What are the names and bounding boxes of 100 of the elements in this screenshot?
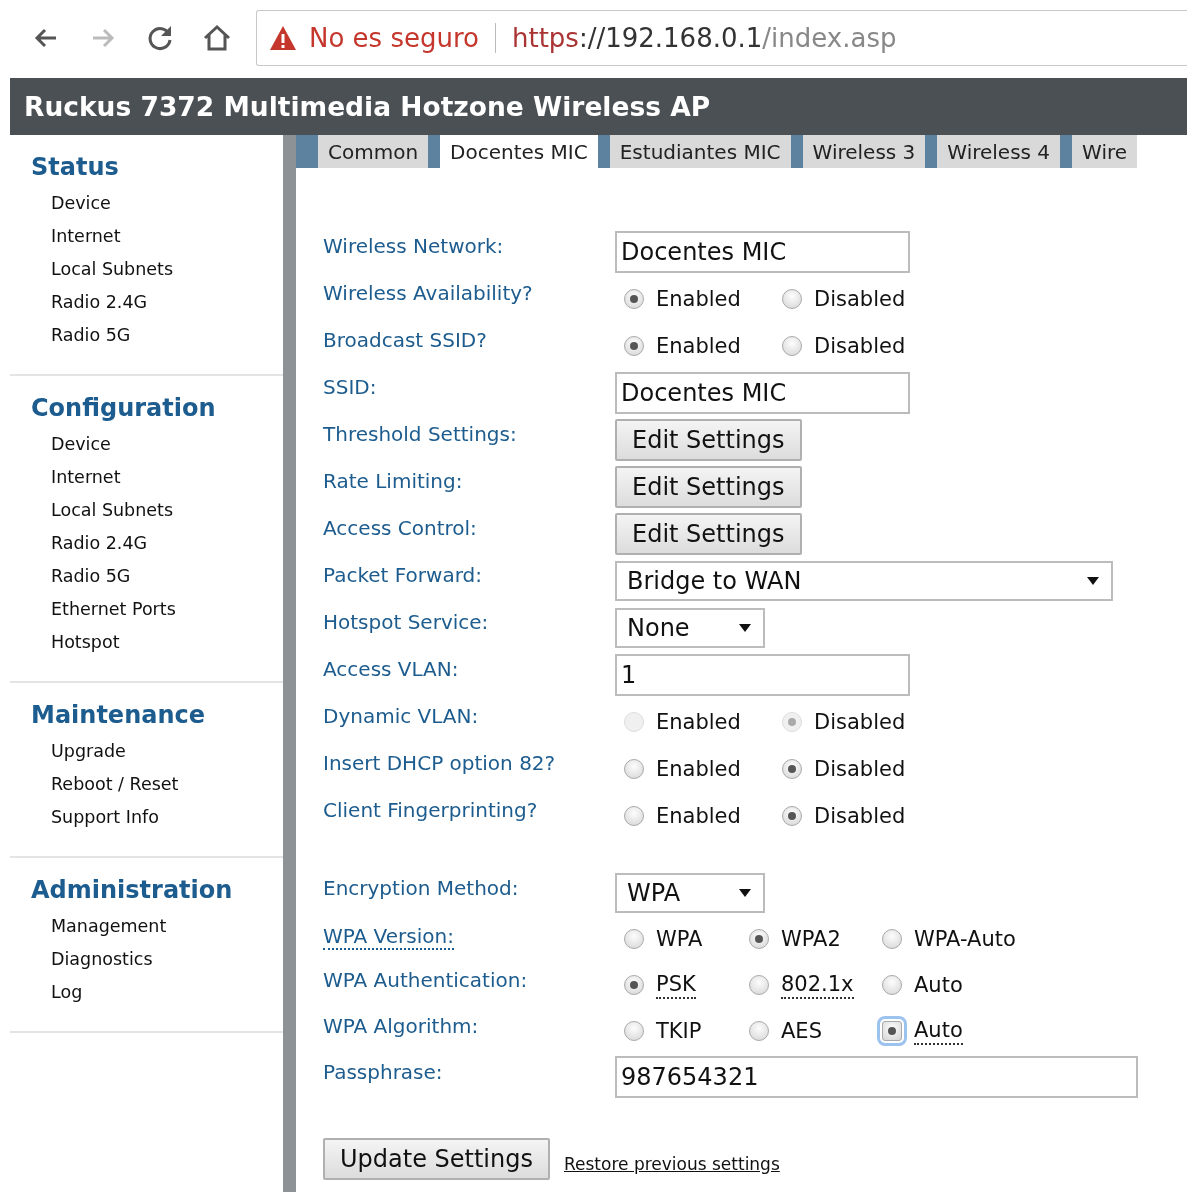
nav-link[interactable]: Hotspot [51, 626, 120, 659]
radio-button[interactable] [624, 975, 644, 995]
field-label: Insert DHCP option 82? [323, 750, 556, 775]
nav-link[interactable]: Internet [51, 220, 121, 253]
field-label: Rate Limiting: [323, 468, 463, 493]
text-field[interactable]: 1 [615, 653, 910, 696]
radio-button[interactable] [782, 805, 802, 826]
restore-link[interactable]: Restore previous settings [564, 1154, 780, 1180]
radio-button[interactable] [624, 758, 644, 779]
field-label: Broadcast SSID? [323, 327, 487, 352]
nav-link[interactable]: Upgrade [51, 735, 126, 768]
radio-button[interactable] [782, 758, 802, 779]
radio-button[interactable] [624, 929, 644, 949]
radio-button[interactable] [624, 335, 644, 356]
field-label: Access Control: [323, 515, 477, 540]
text-field[interactable]: 987654321 [615, 1056, 1138, 1098]
address-bar[interactable]: No es seguro https://192.168.0.1/index.asp [256, 10, 1187, 66]
radio-button[interactable] [749, 1021, 769, 1041]
radio-label: Disabled [814, 709, 906, 734]
nav-link[interactable]: Radio 2.4G [51, 527, 148, 560]
nav-link[interactable]: Device [51, 187, 111, 220]
tab[interactable]: Wire [1060, 135, 1138, 168]
radio-label: Enabled [656, 333, 741, 358]
nav-link[interactable]: Management [51, 910, 167, 943]
radio-label: PSK [656, 971, 696, 999]
radio-label: Enabled [656, 756, 741, 781]
dropdown[interactable]: Bridge to WAN [615, 560, 1113, 601]
nav-link[interactable]: Support Info [51, 801, 159, 834]
field-label: SSID: [323, 374, 377, 399]
field-label: Hotspot Service: [323, 609, 489, 634]
edit-settings-button[interactable]: Edit Settings [615, 512, 802, 555]
field-label: WPA Authentication: [323, 967, 528, 992]
nav-link[interactable]: Radio 2.4G [51, 286, 148, 319]
field-label: Threshold Settings: [323, 421, 517, 446]
radio-button[interactable] [749, 975, 769, 995]
tab[interactable]: Estudiantes MIC [597, 135, 791, 168]
radio-button[interactable] [782, 288, 802, 309]
tab[interactable]: Wireless 4 [925, 135, 1061, 168]
radio-label: Auto [914, 973, 963, 997]
text-field[interactable]: Docentes MIC [615, 230, 910, 273]
radio-label: AES [781, 1019, 822, 1043]
radio-button[interactable] [624, 288, 644, 309]
caret-icon [739, 888, 751, 898]
nav-link[interactable]: Ethernet Ports [51, 593, 176, 626]
radio-button[interactable] [882, 929, 902, 949]
section-heading: Configuration [31, 393, 217, 424]
security-warning[interactable]: No es seguro [309, 23, 479, 53]
section-heading: Administration [31, 875, 234, 906]
radio-label: Disabled [814, 803, 906, 828]
update-settings-button[interactable]: Update Settings [323, 1138, 550, 1180]
caret-icon [1087, 575, 1099, 586]
nav-link[interactable]: Radio 5G [51, 319, 131, 352]
dropdown[interactable]: None [615, 607, 765, 648]
dropdown[interactable]: WPA [615, 873, 765, 913]
field-label: Client Fingerprinting? [323, 797, 538, 822]
app-title-bar: Ruckus 7372 Multimedia Hotzone Wireless AP [10, 78, 1187, 135]
radio-label: Disabled [814, 756, 906, 781]
nav-link[interactable]: Radio 5G [51, 560, 131, 593]
section-heading: Maintenance [31, 700, 206, 731]
radio-label: 802.1x [781, 971, 854, 999]
field-label: Dynamic VLAN: [323, 703, 479, 728]
radio-label: Enabled [656, 286, 741, 311]
nav-link[interactable]: Internet [51, 461, 121, 494]
field-label: Passphrase: [323, 1059, 443, 1084]
radio-label: Enabled [656, 709, 741, 734]
caret-icon [739, 622, 751, 633]
radio-label: TKIP [656, 1019, 702, 1043]
radio-label: Enabled [656, 803, 741, 828]
field-label: Access VLAN: [323, 656, 459, 681]
radio-label: Disabled [814, 333, 906, 358]
edit-settings-button[interactable]: Edit Settings [615, 465, 802, 508]
radio-button[interactable] [624, 1021, 644, 1041]
nav-link[interactable]: Log [51, 976, 83, 1009]
radio-button[interactable] [882, 975, 902, 995]
radio-button[interactable] [782, 335, 802, 356]
field-label: Wireless Availability? [323, 280, 533, 305]
home-icon[interactable] [201, 22, 233, 54]
tab[interactable]: Wireless 3 [790, 135, 926, 168]
radio-label: WPA2 [781, 927, 841, 951]
nav-link[interactable]: Local Subnets [51, 494, 174, 527]
nav-link[interactable]: Diagnostics [51, 943, 153, 976]
edit-settings-button[interactable]: Edit Settings [615, 418, 802, 461]
section-heading: Status [31, 152, 120, 183]
text-field[interactable]: Docentes MIC [615, 371, 910, 414]
nav-link[interactable]: Reboot / Reset [51, 768, 179, 801]
radio-label: Disabled [814, 286, 906, 311]
radio-button[interactable] [749, 929, 769, 949]
url-text: https://192.168.0.1/index.asp [512, 23, 897, 53]
field-label: Packet Forward: [323, 562, 482, 587]
radio-button[interactable] [624, 805, 644, 826]
nav-link[interactable]: Local Subnets [51, 253, 174, 286]
tab[interactable]: Common [296, 135, 429, 168]
field-label: Encryption Method: [323, 875, 519, 900]
field-label: WPA Version: [323, 924, 454, 950]
radio-label: WPA [656, 927, 703, 951]
field-label: WPA Algorithm: [323, 1013, 479, 1038]
warning-icon [269, 25, 297, 51]
nav-link[interactable]: Device [51, 428, 111, 461]
radio-label: WPA-Auto [914, 927, 1016, 951]
field-label: Wireless Network: [323, 233, 504, 258]
